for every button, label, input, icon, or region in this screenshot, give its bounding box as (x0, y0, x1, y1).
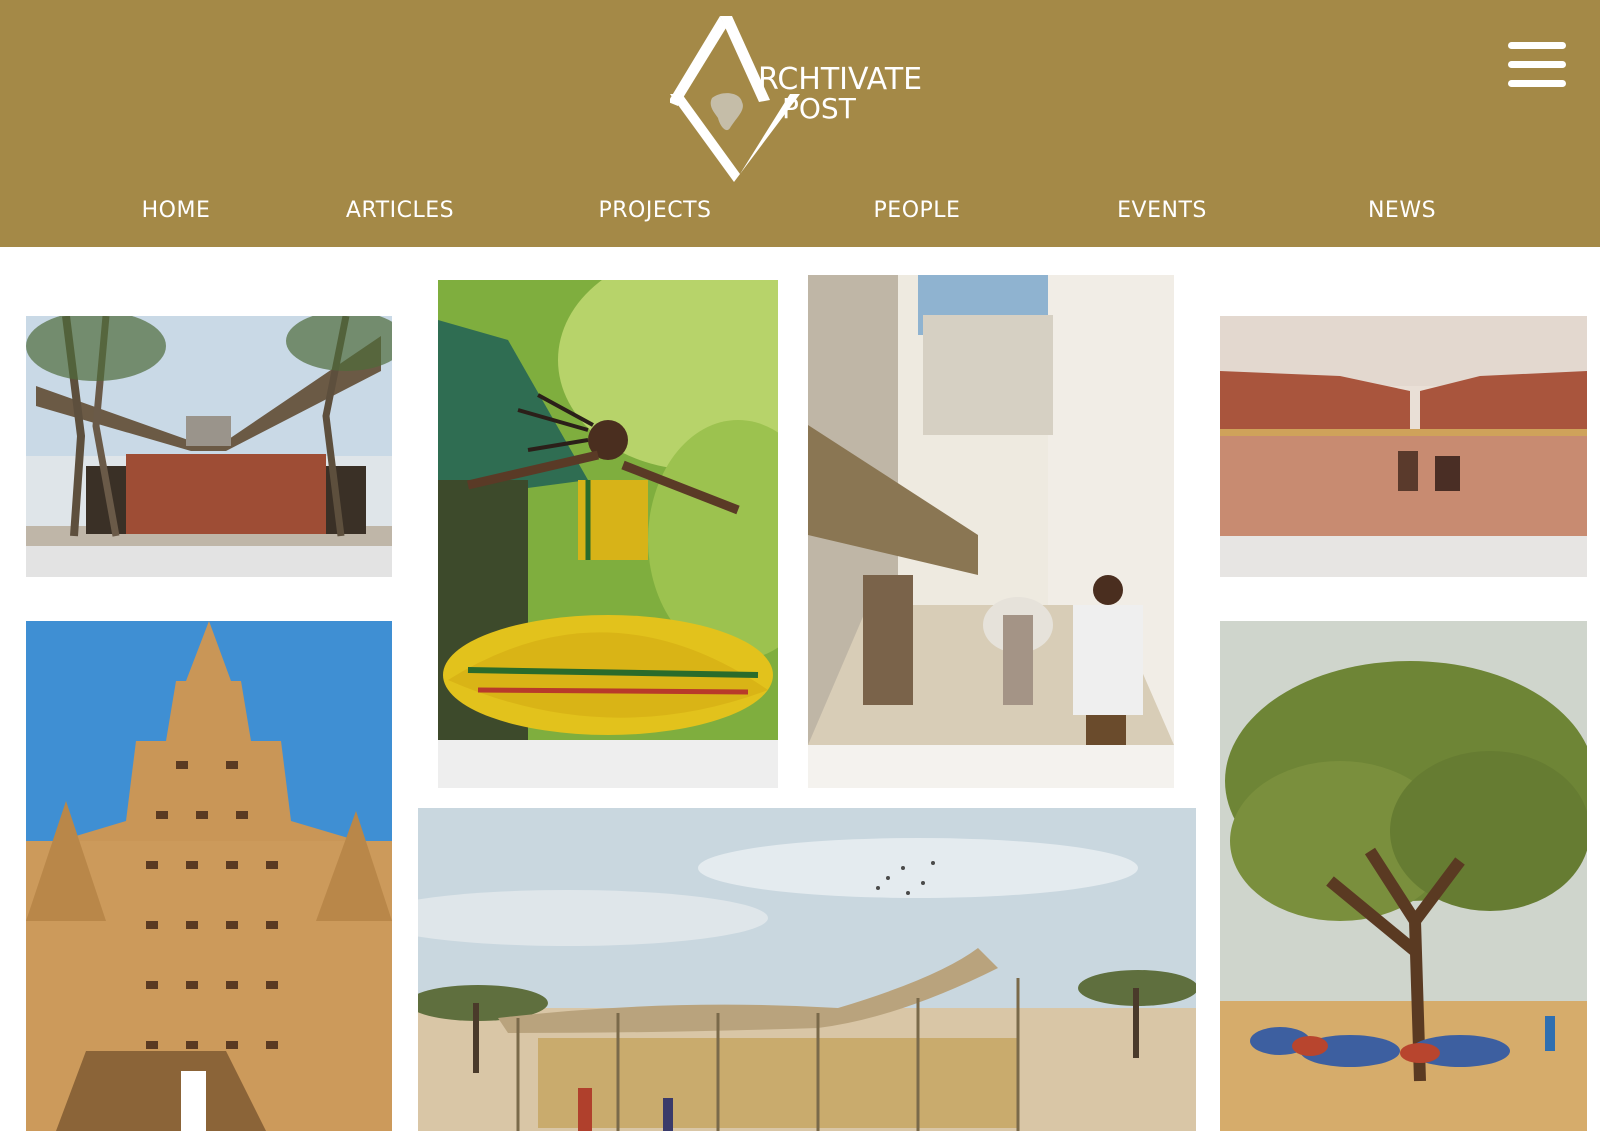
nav-articles[interactable]: ARTICLES (346, 198, 454, 223)
nav-events[interactable]: EVENTS (1117, 198, 1207, 223)
main-nav: HOME ARTICLES PROJECTS PEOPLE EVENTS NEW… (0, 198, 1600, 234)
photo-dancer[interactable] (438, 280, 778, 788)
site-header: RCHTIVATE POST HOME ARTICLES PROJECTS PE… (0, 0, 1600, 247)
photo-pavilion-rendering[interactable] (418, 808, 1196, 1131)
photo-brick-pavilion[interactable] (26, 316, 392, 577)
archtivate-post-logo[interactable]: RCHTIVATE POST (668, 10, 940, 185)
photo-brick-museum[interactable] (1220, 316, 1587, 577)
nav-home[interactable]: HOME (142, 198, 211, 223)
hamburger-menu-icon[interactable] (1508, 40, 1566, 90)
nav-news[interactable]: NEWS (1368, 198, 1436, 223)
nav-projects[interactable]: PROJECTS (598, 198, 711, 223)
photo-street-donkey[interactable] (808, 275, 1174, 788)
photo-desert-tree[interactable] (1220, 621, 1587, 1131)
photo-mud-mosque[interactable] (26, 621, 392, 1131)
svg-text:POST: POST (782, 92, 857, 125)
nav-people[interactable]: PEOPLE (874, 198, 961, 223)
